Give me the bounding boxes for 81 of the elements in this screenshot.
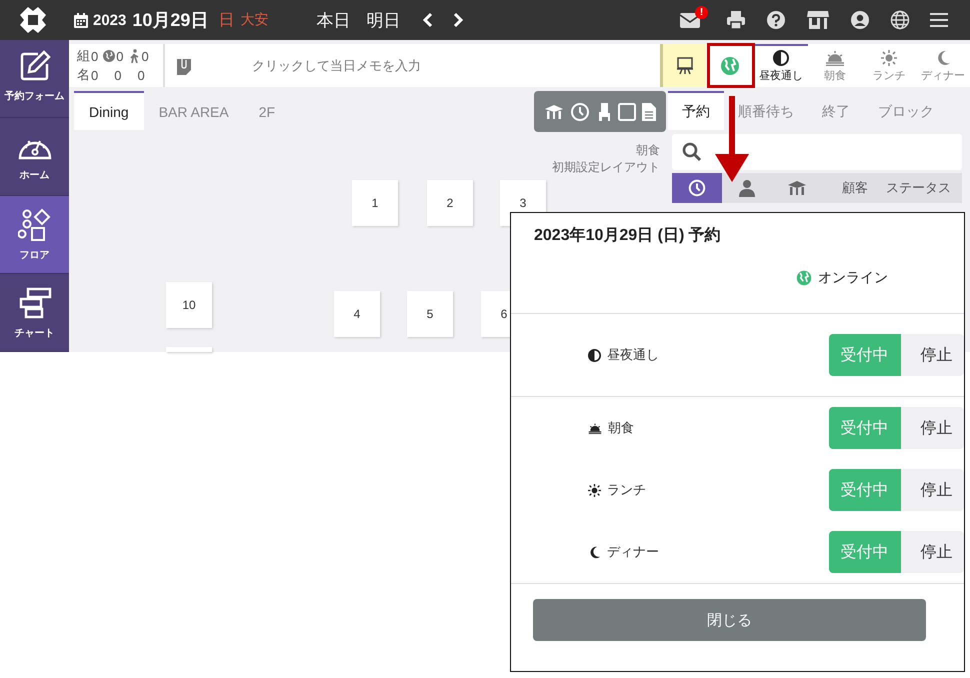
search-field[interactable]: [672, 134, 962, 170]
user-icon[interactable]: [850, 10, 870, 30]
channel-label: オンライン: [818, 269, 888, 287]
meal-tab-label: 朝食: [824, 69, 846, 83]
walking-person-icon: [128, 49, 140, 63]
shapes-icon: [18, 208, 52, 242]
layout-meal-text: 朝食: [636, 142, 660, 159]
stat-label: 組: [77, 47, 90, 65]
reservation-tab[interactable]: 予約: [668, 91, 724, 130]
status-toggle-button[interactable]: 停止: [900, 334, 964, 376]
floor-table[interactable]: 5: [407, 291, 453, 337]
close-button[interactable]: 閉じる: [533, 599, 926, 641]
sun-icon: [881, 50, 897, 66]
sun-icon: [588, 484, 601, 496]
globe-icon: [796, 270, 812, 286]
globe-icon: [103, 50, 116, 62]
floor-table[interactable]: 2: [427, 180, 473, 226]
mail-icon[interactable]: [680, 12, 700, 28]
status-toggle-button[interactable]: 停止: [900, 407, 964, 449]
table-icon[interactable]: [544, 104, 564, 120]
floor-table[interactable]: 4: [334, 291, 380, 337]
half-circle-icon: [588, 348, 601, 362]
meal-label: 昼夜通し: [607, 346, 659, 364]
chair-icon[interactable]: [596, 102, 612, 122]
menu-icon[interactable]: [930, 12, 948, 28]
person-icon: [738, 179, 756, 197]
chevron-left-icon[interactable]: [422, 12, 434, 28]
dialog-title: 2023年10月29日 (日) 予約: [533, 226, 722, 246]
stat-label: 名: [77, 66, 90, 84]
weekday-text: 日: [218, 10, 234, 30]
status-toggle-button[interactable]: 停止: [900, 469, 964, 511]
globe-icon[interactable]: [890, 10, 910, 30]
meal-label: ランチ: [607, 481, 646, 499]
column-header[interactable]: 顧客: [822, 173, 874, 203]
floor-tab[interactable]: Dining: [74, 91, 144, 130]
stat-value: 0: [116, 48, 124, 64]
year-text: 2023: [93, 12, 126, 28]
clock-icon[interactable]: [570, 102, 590, 122]
meal-tab-label: 昼夜通し: [759, 68, 803, 83]
sunrise-icon: [588, 422, 602, 434]
stat-value: 0: [141, 48, 149, 64]
easel-icon: [676, 56, 694, 74]
calendar-icon[interactable]: [74, 12, 88, 28]
stat-value: 0: [137, 68, 145, 82]
column-header[interactable]: ステータス: [874, 173, 957, 203]
rokuyo-text: 大安: [240, 11, 268, 29]
day-nav-button[interactable]: 明日: [366, 8, 400, 32]
logo-icon[interactable]: [18, 5, 48, 35]
stat-value: 0: [91, 68, 98, 82]
note-icon: [177, 56, 191, 74]
square-icon[interactable]: [618, 102, 636, 120]
document-icon[interactable]: [642, 102, 656, 120]
date-text: 10月29日: [132, 9, 208, 32]
clock-column-button[interactable]: [672, 173, 722, 203]
store-icon[interactable]: [806, 10, 830, 30]
search-icon: [682, 142, 702, 162]
chart-icon: [18, 286, 52, 320]
stat-value: 0: [91, 48, 98, 64]
globe-icon: [720, 56, 740, 76]
half-circle-icon: [773, 50, 789, 66]
day-nav-button[interactable]: 本日: [316, 8, 350, 32]
sunrise-icon: [825, 50, 845, 66]
layout-name-text: 初期設定レイアウト: [552, 159, 660, 176]
table-icon: [787, 180, 807, 196]
meal-tab-label: ディナー: [921, 69, 965, 83]
chevron-right-icon[interactable]: [452, 12, 464, 28]
floor-table[interactable]: 1: [352, 180, 398, 226]
floor-table[interactable]: 10: [166, 282, 212, 328]
meal-label: ディナー: [607, 543, 659, 561]
clock-icon: [688, 179, 706, 197]
meal-tab-label: ランチ: [872, 69, 906, 83]
moon-icon: [935, 50, 951, 66]
board-button[interactable]: [660, 44, 706, 87]
moon-icon: [588, 546, 601, 558]
status-toggle-button[interactable]: 停止: [900, 531, 964, 573]
sidebar-item[interactable]: フロア: [0, 196, 69, 274]
printer-icon[interactable]: [726, 10, 746, 30]
notification-badge: !: [695, 6, 708, 18]
stat-value: 0: [114, 68, 122, 82]
help-icon[interactable]: [766, 10, 786, 30]
meal-label: 朝食: [608, 419, 634, 437]
